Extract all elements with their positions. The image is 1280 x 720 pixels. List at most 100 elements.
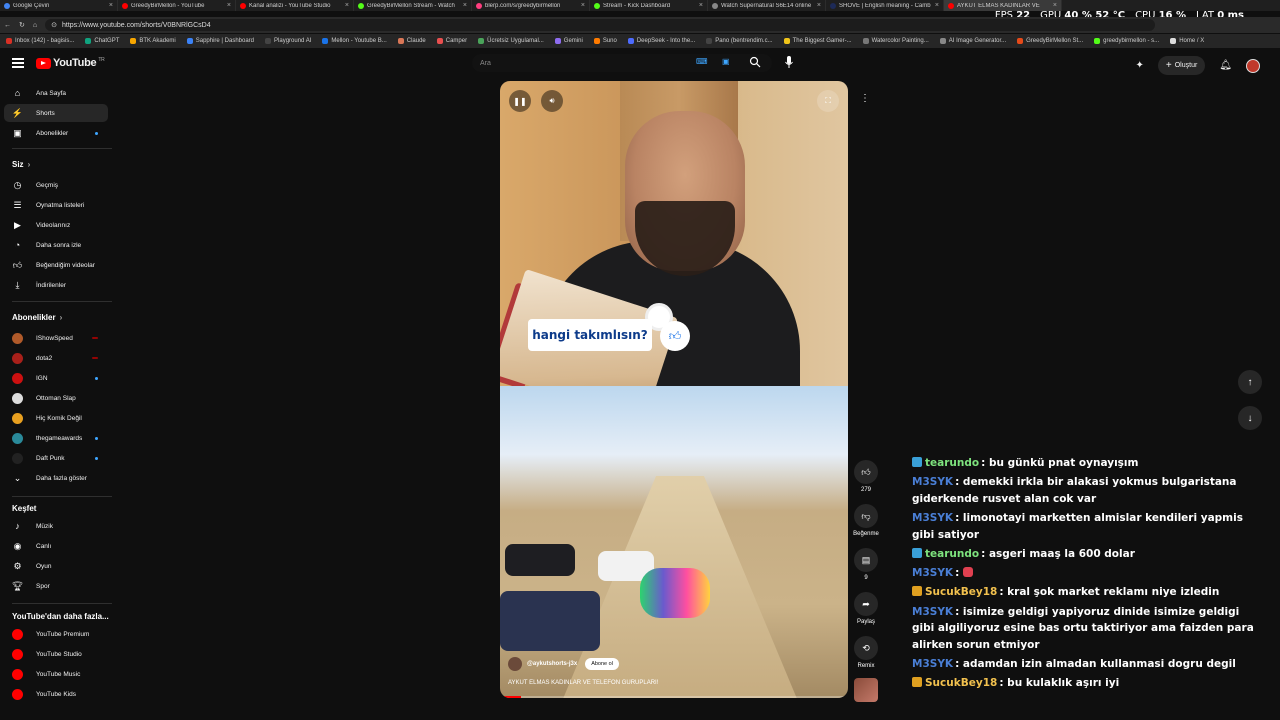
notifications-bell-icon[interactable]: 🔔︎ (1219, 60, 1232, 71)
sidebar-item[interactable]: ⚙ Oyun (0, 557, 108, 575)
bookmark-item[interactable]: Home / X (1170, 38, 1204, 44)
youtube-logo[interactable]: YouTube TR (36, 57, 105, 69)
bookmark-item[interactable]: Claude (397, 38, 426, 44)
channel-avatar[interactable] (508, 657, 522, 671)
tab-close-icon[interactable]: × (345, 2, 349, 9)
search-input[interactable]: Ara ⌨ ▣ (472, 54, 772, 72)
bookmark-item[interactable]: GreedyBirMellon St... (1017, 38, 1083, 44)
extension-icon[interactable]: ✦ (1136, 60, 1144, 71)
like-button[interactable]: 👍︎ (854, 460, 878, 484)
sidebar-item[interactable]: ☰ Oynatma listeleri (0, 196, 108, 214)
address-bar[interactable]: ⊙ https://www.youtube.com/shorts/V0BNRlG… (45, 19, 1156, 31)
pause-button[interactable]: ❚❚ (509, 90, 531, 112)
bookmark-item[interactable]: Watercolor Painting... (862, 38, 929, 44)
sound-thumbnail[interactable] (854, 678, 878, 702)
sidebar-item[interactable]: thegameawards (0, 429, 108, 447)
sidebar-item[interactable]: YouTube Premium (0, 625, 108, 643)
bookmark-item[interactable]: Gemini (554, 38, 583, 44)
sidebar-item[interactable]: 🏆︎ Spor (0, 577, 108, 595)
share-button[interactable]: ➦ (854, 592, 878, 616)
bookmark-item[interactable]: Camper (436, 38, 467, 44)
show-more-button[interactable]: ⌄ Daha fazla göster (0, 469, 108, 487)
sidebar-item[interactable]: ◔ Daha sonra izle (0, 236, 108, 254)
fullscreen-button[interactable]: ⛶ (817, 90, 839, 112)
chat-username[interactable]: M3SYK (912, 606, 953, 618)
sidebar-item[interactable]: YouTube Music (0, 665, 108, 683)
next-short-button[interactable]: ↓ (1238, 406, 1262, 430)
reload-icon[interactable]: ↻ (19, 21, 25, 29)
bookmark-item[interactable]: Sapphire | Dashboard (186, 38, 254, 44)
sidebar-item[interactable]: Hiç Komik Değil (0, 409, 108, 427)
section-more-from-youtube-header[interactable]: YouTube'dan daha fazla... (12, 612, 109, 621)
sidebar-item[interactable]: ⚡ Shorts (4, 104, 108, 122)
tab-close-icon[interactable]: × (463, 2, 467, 9)
tab-close-icon[interactable]: × (109, 2, 113, 9)
visual-search-icon[interactable]: ▣ (722, 57, 734, 69)
channel-name[interactable]: @aykutshorts-j3x (527, 661, 577, 667)
sidebar-item[interactable]: YouTube Kids (0, 685, 108, 703)
create-button[interactable]: + Oluştur (1157, 56, 1206, 75)
hamburger-menu-icon[interactable] (12, 58, 24, 68)
comments-button[interactable]: ▤ (854, 548, 878, 572)
sidebar-item[interactable]: dota2 (0, 349, 108, 367)
bookmark-item[interactable]: Ücretsiz Uygulamal... (478, 38, 544, 44)
sidebar-item[interactable]: ◷ Geçmiş (0, 176, 108, 194)
chat-username[interactable]: SucukBey18 (925, 677, 997, 689)
dislike-button[interactable]: 👎︎ (854, 504, 878, 528)
more-options-icon[interactable]: ⋮ (858, 93, 872, 107)
bookmark-item[interactable]: ChatGPT (85, 38, 119, 44)
tab-close-icon[interactable]: × (227, 2, 231, 9)
sidebar-item[interactable]: ◉ Canlı (0, 537, 108, 555)
tab-close-icon[interactable]: × (699, 2, 703, 9)
chat-username[interactable]: M3SYK (912, 658, 953, 670)
browser-tab[interactable]: blerp.com/s/greedybirmellon × (472, 0, 590, 11)
account-avatar[interactable] (1246, 58, 1260, 73)
tab-close-icon[interactable]: × (817, 2, 821, 9)
sidebar-item[interactable]: ⌂ Ana Sayfa (0, 84, 108, 102)
browser-tab[interactable]: Google Çeviri × (0, 0, 118, 11)
subscribe-button[interactable]: Abone ol (585, 658, 619, 670)
volume-button[interactable]: 🔊︎ (541, 90, 563, 112)
sidebar-item[interactable]: IShowSpeed (0, 329, 108, 347)
sidebar-item[interactable]: ⤓ İndirilenler (0, 276, 108, 294)
chat-username[interactable]: SucukBey18 (925, 586, 997, 598)
browser-tab[interactable]: Kanal analizi - YouTube Studio × (236, 0, 354, 11)
chat-username[interactable]: M3SYK (912, 512, 953, 524)
browser-tab[interactable]: SHOVE | English meaning - Camb × (826, 0, 944, 11)
video-progress-bar[interactable] (500, 696, 848, 698)
browser-tab[interactable]: GreedyBirMellon Stream - Watch × (354, 0, 472, 11)
tab-close-icon[interactable]: × (935, 2, 939, 9)
chat-username[interactable]: tearundo (925, 457, 979, 469)
bookmark-item[interactable]: Playground AI (265, 38, 311, 44)
bookmark-item[interactable]: The Biggest Gamer-... (783, 38, 852, 44)
sidebar-item[interactable]: IGN (0, 369, 108, 387)
bookmark-item[interactable]: AI Image Generator... (939, 38, 1006, 44)
bookmark-item[interactable]: BTK Akademi (130, 38, 176, 44)
chat-username[interactable]: M3SYK (912, 567, 953, 579)
back-icon[interactable]: ← (4, 22, 11, 29)
bookmark-item[interactable]: Inbox (142) - bagisis... (6, 38, 74, 44)
section-subscriptions-header[interactable]: Abonelikler › (12, 313, 62, 322)
microphone-icon[interactable] (783, 55, 795, 69)
bookmark-item[interactable]: Mellon - Youtube B... (322, 38, 387, 44)
sidebar-item[interactable]: ♪ Müzik (0, 517, 108, 535)
search-icon[interactable] (749, 56, 761, 68)
shorts-video-player[interactable]: ❚❚ 🔊︎ ⛶ hangi takımlısın? 👍︎ @aykutshort… (500, 81, 848, 698)
chat-username[interactable]: tearundo (925, 548, 979, 560)
previous-short-button[interactable]: ↑ (1238, 370, 1262, 394)
browser-tab[interactable]: GreedyBirMellon - YouTube × (118, 0, 236, 11)
sidebar-item[interactable]: Ottoman Slap (0, 389, 108, 407)
site-info-icon[interactable]: ⊙ (51, 21, 57, 29)
section-explore-header[interactable]: Keşfet (12, 504, 36, 513)
chat-username[interactable]: M3SYK (912, 476, 953, 488)
bookmark-item[interactable]: Suno (593, 38, 617, 44)
section-you-header[interactable]: Siz › (12, 160, 30, 169)
sidebar-item[interactable]: Daft Punk (0, 449, 108, 467)
browser-tab[interactable]: Watch Supernatural S6E14 online × (708, 0, 826, 11)
bookmark-item[interactable]: Pano (bentrendim.c... (706, 38, 773, 44)
keyboard-icon[interactable]: ⌨ (696, 57, 708, 69)
bookmark-item[interactable]: greedybirmellon - s... (1094, 38, 1159, 44)
sidebar-item[interactable]: 👍︎ Beğendiğim videolar (0, 256, 108, 274)
browser-tab[interactable]: Stream - Kick Dashboard × (590, 0, 708, 11)
bookmark-item[interactable]: DeepSeek - Into the... (627, 38, 695, 44)
